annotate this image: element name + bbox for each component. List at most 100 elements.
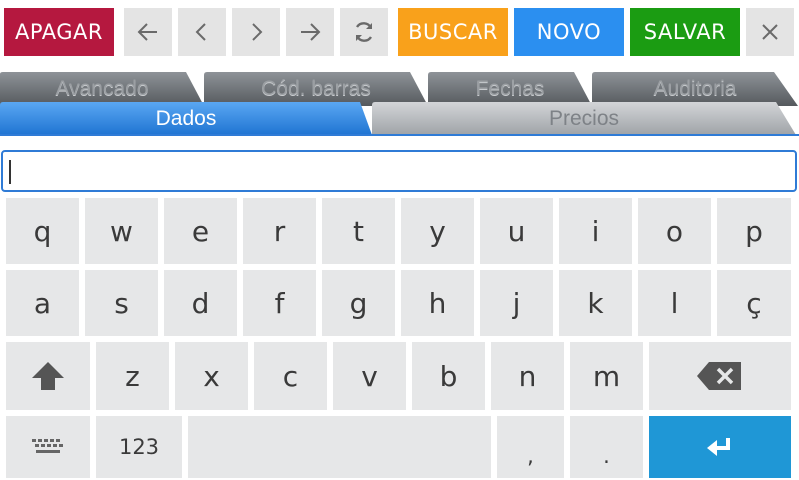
shift-icon: [32, 362, 64, 390]
key-label: .: [603, 444, 610, 468]
refresh-button[interactable]: [340, 8, 388, 56]
key-label: i: [591, 214, 600, 248]
key-g[interactable]: g: [322, 270, 395, 336]
key-e[interactable]: e: [164, 198, 237, 264]
key-r[interactable]: r: [243, 198, 316, 264]
tab-label: Fechas: [475, 77, 545, 100]
tab-label: Precios: [548, 106, 620, 130]
key-t[interactable]: t: [322, 198, 395, 264]
shift-key[interactable]: [6, 342, 90, 410]
key-f[interactable]: f: [243, 270, 316, 336]
on-screen-keyboard: q w e r t y u i o p a s d f g h j k l ç …: [0, 194, 799, 480]
key-a[interactable]: a: [6, 270, 79, 336]
key-label: h: [428, 286, 447, 320]
key-label: q: [33, 214, 52, 248]
key-label: t: [353, 214, 364, 248]
text-input[interactable]: [1, 150, 797, 192]
key-label: m: [592, 359, 621, 393]
key-label: f: [274, 286, 285, 320]
tab-label: Cód. barras: [261, 77, 371, 100]
delete-button-label: APAGAR: [15, 20, 103, 44]
next-record-button[interactable]: [232, 8, 280, 56]
tab-label: Auditoria: [653, 77, 737, 100]
key-u[interactable]: u: [480, 198, 553, 264]
enter-key[interactable]: [649, 416, 791, 478]
tab-label: Avancado: [55, 77, 149, 100]
tab-cod-barras[interactable]: Cód. barras: [204, 72, 428, 106]
last-record-button[interactable]: [286, 8, 334, 56]
tab-bar: Avancado Cód. barras Fechas Auditoria Da…: [0, 70, 799, 148]
first-record-button[interactable]: [124, 8, 172, 56]
key-comma[interactable]: ,: [497, 416, 564, 478]
chevron-right-icon: [252, 23, 263, 41]
key-j[interactable]: j: [480, 270, 553, 336]
key-label: j: [512, 286, 521, 320]
key-k[interactable]: k: [559, 270, 632, 336]
key-label: u: [507, 214, 526, 248]
key-label: g: [349, 286, 368, 320]
tab-label: Dados: [155, 106, 217, 130]
space-key[interactable]: [188, 416, 491, 478]
key-h[interactable]: h: [401, 270, 474, 336]
key-label: x: [203, 359, 220, 393]
key-label: 123: [118, 435, 160, 459]
chevron-left-icon: [195, 23, 206, 41]
close-button[interactable]: [746, 8, 794, 56]
key-p[interactable]: p: [717, 198, 791, 264]
key-z[interactable]: z: [96, 342, 169, 410]
key-x[interactable]: x: [175, 342, 248, 410]
tab-precios[interactable]: Precios: [372, 102, 796, 135]
search-button-label: BUSCAR: [408, 20, 498, 44]
key-label: r: [273, 214, 286, 248]
key-l[interactable]: l: [638, 270, 711, 336]
tab-dados[interactable]: Dados: [0, 102, 372, 135]
refresh-icon: [355, 22, 373, 42]
key-n[interactable]: n: [491, 342, 564, 410]
previous-record-button[interactable]: [178, 8, 226, 56]
key-c-cedilla[interactable]: ç: [717, 270, 791, 336]
tab-fechas[interactable]: Fechas: [428, 72, 592, 106]
key-label: b: [439, 359, 458, 393]
tab-auditoria[interactable]: Auditoria: [592, 72, 798, 106]
key-label: d: [191, 286, 210, 320]
key-period[interactable]: .: [570, 416, 643, 478]
key-label: a: [33, 286, 52, 320]
arrow-right-icon: [301, 23, 321, 41]
key-w[interactable]: w: [85, 198, 158, 264]
key-q[interactable]: q: [6, 198, 79, 264]
keyboard-switch-key[interactable]: [6, 416, 90, 478]
key-label: k: [587, 286, 604, 320]
key-label: o: [665, 214, 684, 248]
key-s[interactable]: s: [85, 270, 158, 336]
key-label: l: [670, 286, 679, 320]
key-c[interactable]: c: [254, 342, 327, 410]
key-label: z: [125, 359, 140, 393]
key-m[interactable]: m: [570, 342, 643, 410]
key-label: c: [282, 359, 299, 393]
save-button[interactable]: SALVAR: [630, 8, 740, 56]
key-b[interactable]: b: [412, 342, 485, 410]
key-label: w: [110, 214, 133, 248]
enter-icon: [707, 438, 730, 456]
key-y[interactable]: y: [401, 198, 474, 264]
tab-avancado[interactable]: Avancado: [0, 72, 204, 106]
new-button-label: NOVO: [536, 20, 602, 44]
numbers-key[interactable]: 123: [96, 416, 182, 478]
backspace-key[interactable]: [649, 342, 791, 410]
close-icon: [762, 24, 778, 40]
search-button[interactable]: BUSCAR: [398, 8, 508, 56]
key-v[interactable]: v: [333, 342, 406, 410]
backspace-icon: [697, 362, 741, 390]
key-o[interactable]: o: [638, 198, 711, 264]
key-label: n: [518, 359, 537, 393]
arrow-left-icon: [137, 23, 157, 41]
key-label: y: [429, 214, 446, 248]
delete-button[interactable]: APAGAR: [4, 8, 114, 56]
key-label: s: [114, 286, 129, 320]
new-button[interactable]: NOVO: [514, 8, 624, 56]
key-label: ,: [527, 444, 534, 468]
key-d[interactable]: d: [164, 270, 237, 336]
key-label: ç: [746, 286, 762, 320]
tab-underline: [0, 134, 799, 136]
key-i[interactable]: i: [559, 198, 632, 264]
